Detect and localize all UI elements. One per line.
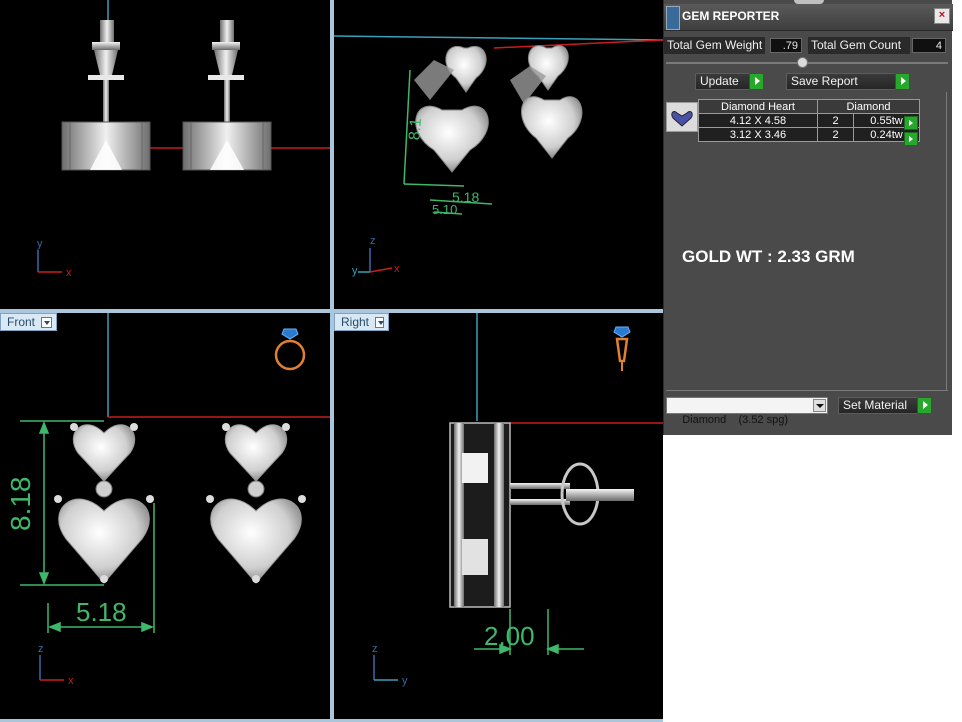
earring-top-right [182, 20, 272, 171]
dimension-depth-label: 2.00 [484, 621, 535, 651]
earring-side [449, 422, 634, 608]
panel-title: GEM REPORTER [682, 9, 780, 23]
axis-label: z [38, 643, 44, 655]
save-report-button[interactable]: Save Report [786, 73, 910, 90]
table-row[interactable]: 4.12 X 4.58 2 0.55tw [698, 113, 920, 128]
earring-persp-left [414, 45, 489, 173]
viewport-perspective[interactable]: 8.1 5.18 5.10 z x y [334, 0, 663, 309]
axis-label: y [402, 675, 408, 687]
gold-weight-text: GOLD WT : 2.33 GRM [682, 247, 855, 266]
update-button[interactable]: Update [695, 73, 764, 90]
gem-table: Diamond Heart Diamond 4.12 X 4.58 2 0.55… [698, 99, 920, 142]
total-gem-weight-value: .79 [770, 38, 802, 53]
viewport-label-front[interactable]: Front [0, 313, 57, 331]
pendant-icon[interactable] [613, 326, 631, 371]
viewport-label-right[interactable]: Right [334, 313, 389, 331]
set-material-button-label: Set Material [843, 398, 908, 412]
dimension-height-label: 8.18 [5, 477, 36, 532]
total-gem-count-value: 4 [912, 38, 946, 53]
viewport-right[interactable]: 2.00 z y Right [334, 313, 663, 719]
gem-reporter-panel: GEM REPORTER × Total Gem Weight .79 Tota… [663, 0, 953, 435]
chevron-down-icon[interactable] [41, 316, 52, 328]
gem-count-cell: 2 [817, 127, 854, 142]
axis-gizmo-right: z y [372, 643, 408, 687]
viewport-label-text: Right [341, 315, 370, 329]
gem-size-cell: 4.12 X 4.58 [698, 113, 818, 128]
earring-top-left [61, 20, 151, 171]
earring-front-right [206, 423, 306, 584]
axis-label: y [352, 265, 358, 277]
panel-border [666, 390, 948, 391]
material-select[interactable]: Diamond (3.52 spg) [666, 397, 828, 426]
gem-thumbnail[interactable] [666, 102, 698, 132]
panel-border [946, 92, 947, 390]
play-icon [749, 73, 764, 90]
viewport-front[interactable]: 8.18 5.18 z x Front [0, 313, 330, 719]
gem-size-cell: 3.12 X 3.46 [698, 127, 818, 142]
update-button-label: Update [700, 74, 739, 88]
axis-label: z [372, 643, 378, 655]
app-logo-icon [666, 6, 680, 30]
axis-label: x [394, 263, 400, 275]
viewport-divider[interactable] [330, 0, 334, 722]
row-action-button[interactable] [904, 132, 918, 146]
viewport-label-text: Front [7, 315, 36, 329]
table-header: Diamond Heart [698, 99, 818, 114]
axis-label: x [68, 675, 74, 687]
total-gem-weight-label: Total Gem Weight [664, 37, 765, 54]
dimension-width-label: 5.18 [76, 597, 127, 627]
chevron-down-icon[interactable] [813, 399, 826, 412]
chevron-down-icon[interactable] [375, 316, 384, 328]
axis-label: y [37, 238, 43, 250]
axis-gizmo-persp: z x y [352, 235, 400, 277]
collapse-toggle[interactable] [797, 57, 808, 68]
earring-front-left [54, 423, 154, 584]
gem-reporter-titlebar[interactable]: GEM REPORTER [664, 4, 953, 31]
axis-gizmo-front: z x [38, 643, 74, 687]
set-material-button[interactable]: Set Material [838, 397, 932, 414]
table-row[interactable]: 3.12 X 3.46 2 0.24tw [698, 127, 920, 142]
ring-icon[interactable] [274, 328, 306, 371]
row-action-button[interactable] [904, 116, 918, 130]
gem-count-cell: 2 [817, 113, 854, 128]
viewport-divider[interactable] [0, 309, 663, 313]
close-button[interactable]: × [934, 8, 950, 24]
earring-persp-right [510, 45, 583, 159]
material-select-value: Diamond (3.52 spg) [682, 414, 789, 426]
axis-label: z [370, 235, 376, 247]
dimension-label: 5.10 [432, 202, 457, 217]
table-header: Diamond [817, 99, 920, 114]
play-icon [917, 397, 932, 414]
total-gem-count-label: Total Gem Count [808, 37, 910, 54]
dimension-label: 8.1 [406, 117, 425, 140]
axis-label: x [66, 267, 72, 279]
play-icon [895, 73, 910, 90]
save-report-button-label: Save Report [791, 74, 858, 88]
viewport-top[interactable]: y x [0, 0, 330, 309]
axis-gizmo-top: y x [37, 238, 72, 279]
